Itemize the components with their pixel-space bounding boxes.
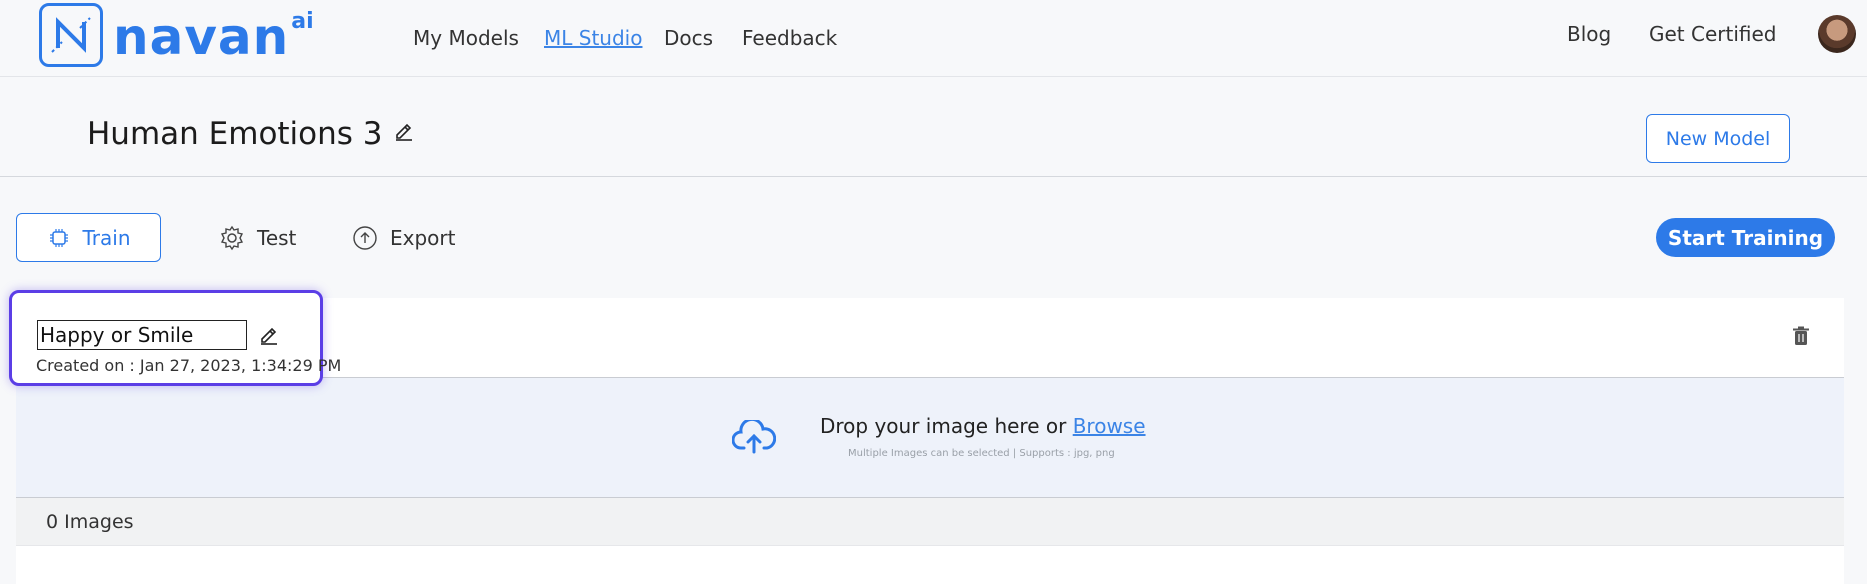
header-divider [0, 176, 1867, 177]
class-name-input[interactable] [37, 320, 247, 350]
start-training-button[interactable]: Start Training [1656, 218, 1835, 257]
tab-export[interactable]: Export [352, 213, 455, 262]
image-count: 0 Images [46, 511, 134, 533]
brand-name: navan [113, 8, 290, 66]
drop-text: Drop your image here or [820, 414, 1073, 438]
chip-icon [47, 226, 71, 250]
trash-icon[interactable] [1792, 326, 1810, 350]
nav-blog[interactable]: Blog [1567, 22, 1611, 46]
nav-docs[interactable]: Docs [664, 26, 713, 50]
browse-link[interactable]: Browse [1073, 414, 1146, 438]
logo-mark-icon [39, 3, 103, 67]
edit-class-icon[interactable] [258, 323, 280, 349]
navan-logo[interactable]: navan ai [39, 3, 314, 69]
drop-instructions: Drop your image here or Browse [820, 414, 1146, 438]
image-dropzone[interactable]: Drop your image here or Browse Multiple … [16, 378, 1844, 498]
drop-subtext: Multiple Images can be selected | Suppor… [848, 448, 1115, 459]
tab-export-label: Export [390, 225, 456, 250]
page-title: Human Emotions 3 [87, 116, 415, 152]
tab-test[interactable]: Test [219, 213, 296, 262]
model-title: Human Emotions 3 [87, 116, 383, 152]
new-model-button[interactable]: New Model [1646, 114, 1790, 163]
upload-circle-icon [352, 225, 378, 251]
edit-title-icon[interactable] [393, 113, 415, 149]
nav-feedback[interactable]: Feedback [742, 26, 837, 50]
brand-suffix: ai [291, 9, 314, 34]
top-navbar: navan ai My Models ML Studio Docs Feedba… [0, 0, 1867, 77]
class-created-date: Created on : Jan 27, 2023, 1:34:29 PM [36, 356, 342, 375]
user-avatar[interactable] [1818, 15, 1856, 53]
nav-get-certified[interactable]: Get Certified [1649, 22, 1777, 46]
cloud-upload-icon [731, 417, 777, 458]
class-name-editor: Created on : Jan 27, 2023, 1:34:29 PM [9, 290, 341, 386]
gear-icon [219, 225, 245, 251]
nav-ml-studio[interactable]: ML Studio [544, 26, 642, 50]
image-count-bar: 0 Images [16, 498, 1844, 546]
tab-train[interactable]: Train [16, 213, 161, 262]
nav-my-models[interactable]: My Models [413, 26, 519, 50]
tab-train-label: Train [82, 225, 131, 250]
tab-test-label: Test [257, 225, 297, 250]
